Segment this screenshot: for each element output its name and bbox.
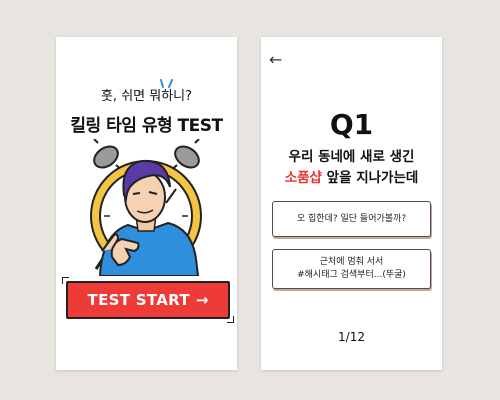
question-line-2: 소품샵 앞을 지나가는데 xyxy=(261,168,442,189)
intro-card: 훗, 쉬면 뭐하니? 킬링 타임 유형 TEST TEST START → xyxy=(56,37,237,370)
answer-option-1-text: 오 힙한데? 일단 들어가볼까? xyxy=(296,213,407,224)
question-number: Q1 xyxy=(329,108,374,141)
test-start-label: TEST START xyxy=(87,291,190,309)
arrow-right-icon: → xyxy=(195,291,209,309)
intro-title: 킬링 타임 유형 TEST xyxy=(70,116,223,136)
question-progress: 1/12 xyxy=(338,330,365,344)
answer-option-2[interactable]: 근처에 멈춰 서서 #해시태그 검색부터...(뚜굴) xyxy=(272,249,431,289)
back-arrow-icon[interactable]: ← xyxy=(269,51,289,69)
question-text: 우리 동네에 새로 생긴 소품샵 앞을 지나가는데 xyxy=(261,147,442,189)
alarm-clock-character-illustration xyxy=(90,139,202,276)
question-card: ← Q1 우리 동네에 새로 생긴 소품샵 앞을 지나가는데 오 힙한데? 일단… xyxy=(261,37,442,370)
button-corner-decoration xyxy=(227,316,234,323)
answer-option-1[interactable]: 오 힙한데? 일단 들어가볼까? xyxy=(272,201,431,237)
answer-option-2-line-1: 근처에 멈춰 서서 xyxy=(319,257,384,267)
question-line-1: 우리 동네에 새로 생긴 xyxy=(288,149,415,165)
question-highlight: 소품샵 xyxy=(284,170,322,186)
button-corner-decoration xyxy=(62,277,69,284)
answer-option-2-line-2: #해시태그 검색부터...(뚜굴) xyxy=(297,270,406,280)
intro-subtitle: 훗, 쉬면 뭐하니? xyxy=(100,89,193,104)
test-start-button[interactable]: TEST START → xyxy=(62,277,234,323)
question-line-2-rest: 앞을 지나가는데 xyxy=(321,170,419,186)
